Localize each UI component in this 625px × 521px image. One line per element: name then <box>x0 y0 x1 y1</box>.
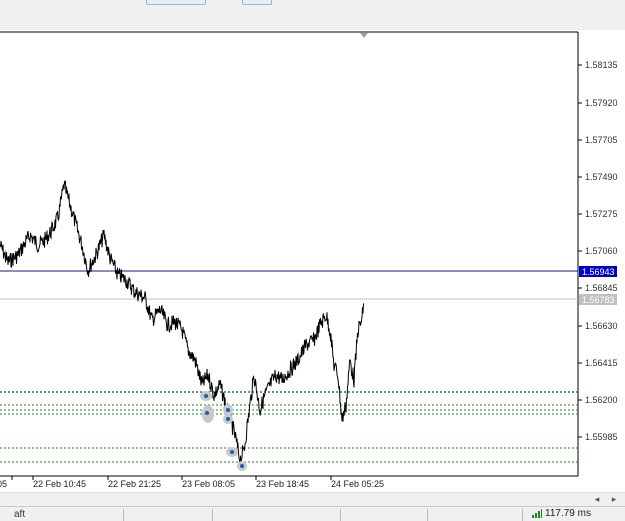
chart-shift-marker[interactable] <box>360 33 368 38</box>
signal-bars-icon <box>532 508 542 518</box>
time-tick-label: 23 Feb 18:45 <box>256 479 309 489</box>
time-tick-label: 23 Feb 08:05 <box>182 479 235 489</box>
price-tick-label: 1.56415 <box>585 358 618 368</box>
status-bar: aft 117.79 ms <box>0 506 625 521</box>
price-tick-label: 1.56200 <box>585 395 618 405</box>
trade-marker-dot <box>204 394 208 398</box>
price-tick-label: 1.57275 <box>585 209 618 219</box>
bid-price-label: 1.56943 <box>582 267 615 277</box>
ask-price-label: 1.56783 <box>582 295 615 305</box>
time-tick-label: 22 Feb 21:25 <box>108 479 161 489</box>
price-tick-label: 1.58135 <box>585 60 618 70</box>
time-tick-label: 05 <box>0 479 7 489</box>
trade-marker-dot <box>205 411 209 415</box>
toolbar-area <box>0 0 625 31</box>
price-tick-label: 1.56630 <box>585 321 618 331</box>
scroll-right-icon[interactable]: ▸ <box>607 493 621 507</box>
price-levels <box>0 391 578 463</box>
ping-text: 117.79 ms <box>545 508 591 519</box>
price-line <box>0 180 364 468</box>
price-tick-label: 1.56845 <box>585 283 618 293</box>
trade-marker-dot <box>230 450 234 454</box>
price-axis: 1.58135 1.57920 1.57705 1.57490 1.57275 … <box>578 60 618 442</box>
price-tick-label: 1.55985 <box>585 432 618 442</box>
price-chart[interactable]: 1.58135 1.57920 1.57705 1.57490 1.57275 … <box>0 30 625 492</box>
trade-marker-dot <box>226 417 230 421</box>
status-text: aft <box>14 509 26 520</box>
toolbar-tab[interactable] <box>146 0 206 5</box>
chart-window[interactable]: 1.58135 1.57920 1.57705 1.57490 1.57275 … <box>0 30 625 492</box>
price-tick-label: 1.57490 <box>585 172 618 182</box>
trade-marker-dot <box>240 464 244 468</box>
toolbar-tab[interactable] <box>242 0 272 5</box>
trade-marker-dot <box>226 408 230 412</box>
price-tick-label: 1.57060 <box>585 246 618 256</box>
time-tick-label: 24 Feb 05:25 <box>331 479 384 489</box>
connection-status[interactable]: 117.79 ms <box>532 508 591 519</box>
price-series <box>0 180 364 468</box>
price-tick-label: 1.57705 <box>585 135 618 145</box>
time-tick-label: 22 Feb 10:45 <box>33 479 86 489</box>
time-axis: 05 22 Feb 10:45 22 Feb 21:25 23 Feb 08:0… <box>0 476 384 489</box>
price-tick-label: 1.57920 <box>585 98 618 108</box>
horizontal-scrollbar[interactable]: ◂ ▸ <box>0 492 625 507</box>
scroll-left-icon[interactable]: ◂ <box>590 493 604 507</box>
